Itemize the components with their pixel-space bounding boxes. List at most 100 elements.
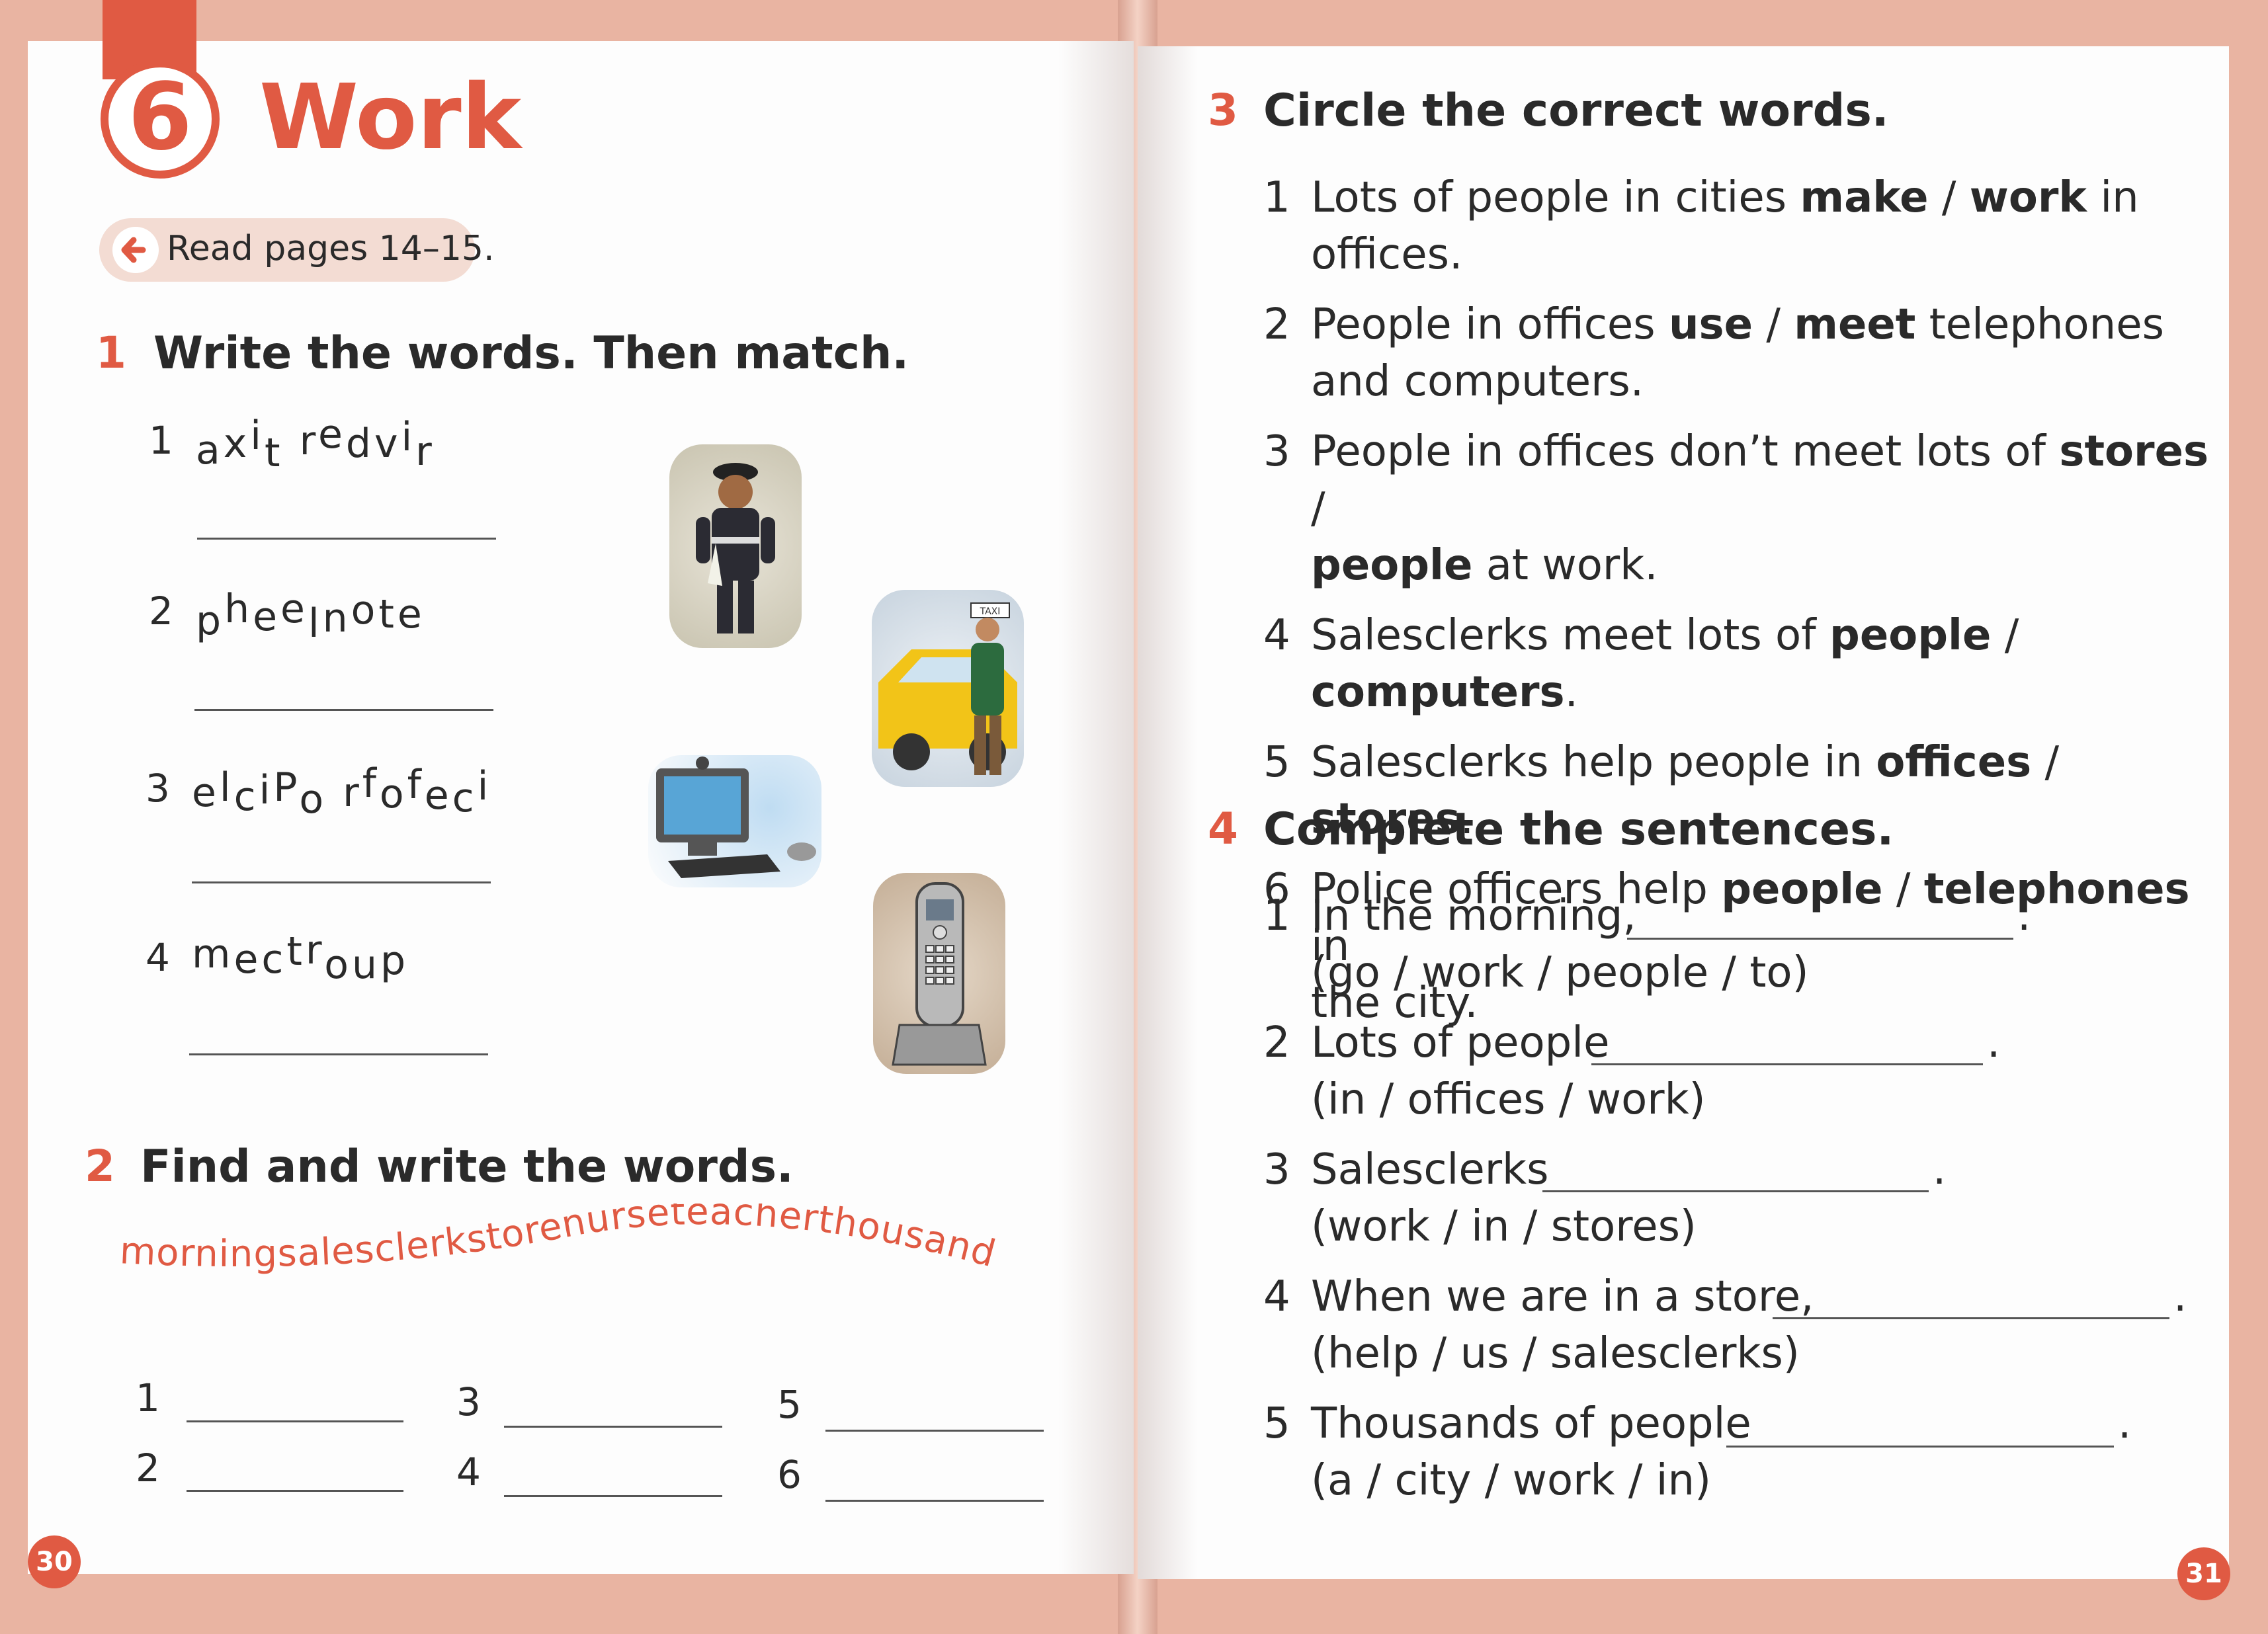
ex1-scrambled-word: mectroup xyxy=(192,927,409,988)
answer-line[interactable] xyxy=(189,1053,488,1055)
ex3-text: / xyxy=(1753,300,1794,349)
ex4-prompt: Lots of people xyxy=(1311,1018,1610,1067)
ex3-text: and computers. xyxy=(1311,357,1644,406)
unit-title: Work xyxy=(259,65,522,170)
ex3-item-line: people at work. xyxy=(1311,537,2216,594)
ex3-text: Salesclerks help people in xyxy=(1311,738,1876,787)
svg-text:morningsalesclerkstorenursetea: morningsalesclerkstorenurseteacherthousa… xyxy=(119,1204,1001,1276)
ex3-text: / xyxy=(1311,484,1325,533)
telephone-picture[interactable] xyxy=(873,873,1005,1074)
ex3-text: telephones xyxy=(1915,300,2164,349)
circle-choice-word[interactable]: meet xyxy=(1794,300,1915,349)
ex2-answer-number: 4 xyxy=(456,1450,481,1494)
ex4-prompt: Thousands of people xyxy=(1311,1399,1751,1448)
ex4-prompt: Salesclerks xyxy=(1311,1145,1549,1194)
circle-choice-word[interactable]: work xyxy=(1970,173,2087,222)
read-pages-text: Read pages 14–15. xyxy=(167,229,495,268)
ex3-text: People in offices don’t meet lots of xyxy=(1311,427,2060,476)
ex1-scrambled-word: elciPo rfofeci xyxy=(192,760,492,823)
ex3-text: Salesclerks meet lots of xyxy=(1311,611,1830,660)
answer-line[interactable] xyxy=(192,881,491,883)
circle-choice-word[interactable]: people xyxy=(1829,611,1991,660)
exercise-2-number: 2 xyxy=(85,1141,115,1192)
answer-line[interactable] xyxy=(504,1426,722,1428)
circle-choice-word[interactable]: people xyxy=(1311,541,1472,590)
ex4-period: . xyxy=(2173,1272,2187,1321)
ex3-text: People in offices xyxy=(1311,300,1669,349)
answer-line[interactable] xyxy=(825,1500,1044,1502)
ex1-item-number: 2 xyxy=(149,589,173,633)
ex4-item-number: 4 xyxy=(1263,1272,1290,1321)
answer-line[interactable] xyxy=(1542,1190,1929,1192)
ex4-hint: (help / us / salesclerks) xyxy=(1311,1329,1800,1378)
ex3-text: / xyxy=(2031,738,2060,787)
taxi-sign-text: TAXI xyxy=(980,606,1001,617)
ex4-hint: (in / offices / work) xyxy=(1311,1075,1706,1124)
ex3-item-number: 4 xyxy=(1263,611,1290,660)
ex3-item: 2 People in offices use / meet telephones… xyxy=(1263,296,2216,410)
ex3-text: / xyxy=(1928,173,1970,222)
page-number-left: 30 xyxy=(28,1535,81,1588)
ex3-text: Lots of people in cities xyxy=(1311,173,1800,222)
ex1-item-number: 1 xyxy=(149,418,173,463)
computer-picture[interactable] xyxy=(648,755,821,887)
exercise-3-title: Circle the correct words. xyxy=(1263,85,1889,137)
circle-choice-word[interactable]: use xyxy=(1669,300,1753,349)
answer-line[interactable] xyxy=(187,1490,403,1492)
answer-line[interactable] xyxy=(187,1420,403,1422)
back-arrow-icon xyxy=(112,227,159,273)
word-snake-graphic: morningsalesclerkstorenurseteacherthousa… xyxy=(119,1204,1001,1276)
exercise-1-number: 1 xyxy=(96,327,126,378)
ex3-item-number: 2 xyxy=(1263,300,1290,349)
ex3-item-number: 5 xyxy=(1263,738,1290,787)
ex4-period: . xyxy=(2017,891,2031,940)
exercise-4-title: Complete the sentences. xyxy=(1263,803,1894,856)
ex1-item-number: 3 xyxy=(146,766,170,811)
ex4-period: . xyxy=(1933,1145,1947,1194)
ex4-hint: (work / in / stores) xyxy=(1311,1202,1697,1251)
taxi-driver-picture[interactable]: TAXI xyxy=(872,590,1024,787)
answer-line[interactable] xyxy=(197,538,496,540)
ex3-item-line: People in offices don’t meet lots of sto… xyxy=(1311,423,2216,537)
ex3-item-line: People in offices use / meet telephones xyxy=(1311,296,2216,353)
ex4-period: . xyxy=(1987,1018,2001,1067)
unit-number: 6 xyxy=(128,63,192,171)
ex3-item-line: Lots of people in cities make / work in … xyxy=(1311,169,2216,283)
ex2-answer-number: 3 xyxy=(456,1379,481,1424)
ex4-item-number: 2 xyxy=(1263,1018,1290,1067)
ex2-answer-number: 2 xyxy=(136,1446,160,1491)
answer-line[interactable] xyxy=(1726,1446,2114,1448)
exercise-4-number: 4 xyxy=(1208,803,1238,854)
circle-choice-word[interactable]: offices xyxy=(1876,738,2031,787)
ex1-scrambled-word: pheelnote xyxy=(196,586,425,647)
answer-line[interactable] xyxy=(1627,938,2013,940)
ex4-prompt: When we are in a store, xyxy=(1311,1272,1814,1321)
circle-choice-word[interactable]: computers xyxy=(1311,668,1565,717)
page-number-right: 31 xyxy=(2177,1547,2230,1600)
ex4-item-number: 3 xyxy=(1263,1145,1290,1194)
ex3-text: / xyxy=(1882,865,1924,914)
answer-line[interactable] xyxy=(1773,1317,2169,1319)
ex3-item: 1 Lots of people in cities make / work in… xyxy=(1263,169,2216,283)
exercise-3-number: 3 xyxy=(1208,85,1238,136)
circle-choice-word[interactable]: make xyxy=(1800,173,1928,222)
ex3-text: . xyxy=(1564,668,1578,717)
circle-choice-word[interactable]: people xyxy=(1721,865,1882,914)
circle-choice-word[interactable]: stores xyxy=(2059,427,2208,476)
answer-line[interactable] xyxy=(1591,1063,1983,1065)
ex3-item-number: 3 xyxy=(1263,427,1290,476)
ex3-item-line: Salesclerks meet lots of people / comput… xyxy=(1311,607,2216,721)
ex2-answer-number: 5 xyxy=(777,1382,802,1427)
answer-line[interactable] xyxy=(825,1430,1044,1432)
ex4-item-number: 1 xyxy=(1263,891,1290,940)
police-officer-picture[interactable] xyxy=(669,444,802,648)
word-snake-text: morningsalesclerkstorenurseteacherthousa… xyxy=(119,1204,1000,1276)
answer-line[interactable] xyxy=(504,1495,722,1497)
circle-choice-word[interactable]: telephones xyxy=(1924,865,2190,914)
exercise-2-title: Find and write the words. xyxy=(140,1141,794,1193)
ex1-scrambled-word: axit redvir xyxy=(196,411,435,476)
ex4-item-number: 5 xyxy=(1263,1399,1290,1448)
ex2-answer-number: 6 xyxy=(777,1452,802,1497)
ex4-prompt: In the morning, xyxy=(1311,891,1636,940)
answer-line[interactable] xyxy=(194,709,493,711)
